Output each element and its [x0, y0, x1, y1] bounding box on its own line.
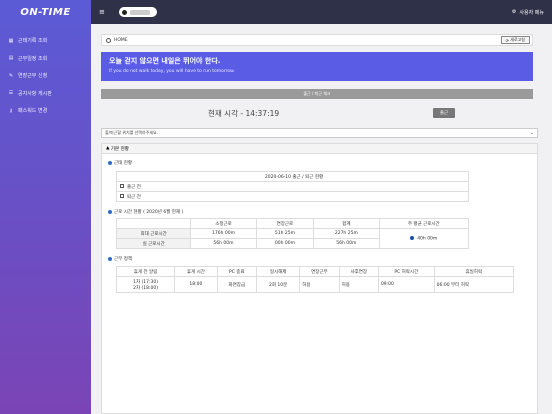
- section-attendance-title: 근태 현황: [108, 160, 132, 166]
- cell: 18:00: [174, 276, 218, 293]
- row-label: 실 근로시간: [115, 238, 192, 249]
- key-icon: ⚷: [9, 107, 13, 114]
- refresh-button[interactable]: ⟳ 새로고침: [500, 36, 530, 44]
- checkbox-icon: [120, 184, 124, 188]
- cell: 화면잠금: [216, 276, 257, 293]
- row-label: 출근 전: [127, 184, 141, 190]
- hamburger-icon[interactable]: ≡: [99, 8, 105, 16]
- breadcrumb-home[interactable]: HOME: [114, 38, 128, 43]
- worktime-table: 소정근로 연장근로 합계 주 평균 근로시간 최대 근로시간 176h 00m …: [115, 218, 469, 249]
- header: 연장근무: [299, 266, 340, 277]
- banner-title: 오늘 걷지 않으면 내일은 뛰어야 한다.: [109, 57, 221, 65]
- user-name-placeholder: [129, 9, 150, 15]
- header-regular: 소정근로: [190, 218, 257, 229]
- banner-subtitle: If you do not walk today, you will have …: [109, 69, 235, 74]
- breadcrumb: HOME ⟳ 새로고침: [101, 34, 533, 46]
- sidebar-item-label: 근태기록 조회: [18, 38, 48, 45]
- main-content: HOME ⟳ 새로고침 오늘 걷지 않으면 내일은 뛰어야 한다. If you…: [91, 24, 552, 414]
- location-select-placeholder: 출/퇴근할 위치를 선택하주세요.: [105, 130, 159, 135]
- section-label: 근태 현황: [114, 161, 132, 166]
- header-total: 합계: [313, 218, 380, 229]
- clock-row: 현재 시각 - 14:37:19 출근: [101, 102, 533, 124]
- status-panel: ▲ 기본 현황 근태 현황 2020-06-10 출근 / 퇴근 현황 출근 전…: [101, 143, 538, 414]
- avatar: [121, 9, 127, 15]
- sidebar-item-notice[interactable]: ☰ 공지사항 게시판: [0, 85, 91, 103]
- row-label: 최대 근로시간: [115, 228, 192, 239]
- sidebar-item-label: 연장근무 신청: [18, 73, 48, 80]
- cell: 00h 00m: [255, 238, 315, 249]
- cell: 51h 25m: [255, 228, 315, 239]
- calendar-icon: ▦: [8, 37, 14, 44]
- app-logo: ON-TIME: [20, 6, 71, 18]
- header: 휴게 전 알림: [115, 266, 176, 277]
- sidebar: ON-TIME ▦ 근태기록 조회 ▤ 근무일정 조회 ✎ 연장근무 신청 ☰ …: [0, 0, 91, 414]
- sidebar-item-password[interactable]: ⚷ 패스워드 변경: [0, 102, 91, 120]
- weekly-avg-value: 40h 00m: [417, 236, 438, 242]
- policy-table: 휴게 전 알림 휴게 시간 PC 종료 일시해제 연장근무 사후연장 PC 허락…: [115, 266, 515, 293]
- chevron-down-icon: ⌄: [529, 130, 534, 136]
- checkin-button[interactable]: 출근: [433, 108, 455, 118]
- home-icon: [106, 37, 111, 43]
- cell: 2회 10분: [255, 276, 301, 293]
- sidebar-item-schedule[interactable]: ▤ 근무일정 조회: [0, 50, 91, 68]
- section-label: 근무 정책: [114, 257, 132, 262]
- attendance-table: 2020-06-10 출근 / 퇴근 현황 출근 전 퇴근 전: [116, 171, 469, 202]
- section-label: 근로 시간 현황 ( 2020년 6월 현재 ): [114, 210, 184, 215]
- sidebar-item-overtime[interactable]: ✎ 연장근무 신청: [0, 67, 91, 85]
- sidebar-item-label: 패스워드 변경: [18, 108, 48, 115]
- cell: 1차 (17:30) 2차 (18:00): [115, 276, 176, 293]
- user-profile[interactable]: [118, 7, 157, 17]
- weekly-avg-cell: 40h 00m: [378, 228, 469, 249]
- header: 휴일허락: [433, 266, 515, 277]
- header: 사후연장: [338, 266, 379, 277]
- topbar: ≡ ⚙ 사용자 메뉴: [91, 0, 552, 24]
- checkin-bar: 출근 / 퇴근 체크: [101, 89, 533, 99]
- sidebar-item-label: 공지사항 게시판: [18, 90, 52, 97]
- header: 휴게 시간: [174, 266, 218, 277]
- header: PC 허락시간: [377, 266, 435, 277]
- header-empty: [115, 218, 192, 229]
- section-dot-icon: [108, 161, 112, 165]
- board-icon: ☰: [8, 90, 14, 97]
- section-dot-icon: [108, 257, 112, 261]
- cell: 06:00 부터 허락: [433, 276, 515, 293]
- table-row: 1차 (17:30) 2차 (18:00) 18:00 화면잠금 2회 10분 허…: [115, 276, 515, 293]
- dot-icon: [410, 235, 415, 240]
- quote-banner: 오늘 걷지 않으면 내일은 뛰어야 한다. If you do not walk…: [101, 52, 533, 81]
- user-menu-label: 사용자 메뉴: [519, 9, 544, 16]
- sidebar-menu: ▦ 근태기록 조회 ▤ 근무일정 조회 ✎ 연장근무 신청 ☰ 공지사항 게시판…: [0, 32, 91, 120]
- section-dot-icon: [108, 210, 112, 214]
- cell: 허용: [299, 276, 340, 293]
- location-select[interactable]: 출/퇴근할 위치를 선택하주세요. ⌄: [101, 128, 538, 138]
- panel-title: 기본 현황: [110, 146, 129, 152]
- table-row: 출근 전: [116, 181, 469, 192]
- header-overtime: 연장근로: [255, 218, 315, 229]
- header: PC 종료: [216, 266, 257, 277]
- section-worktime-title: 근로 시간 현황 ( 2020년 6월 현재 ): [108, 209, 183, 215]
- header-weekly-avg: 주 평균 근로시간: [378, 218, 469, 229]
- sidebar-item-label: 근무일정 조회: [18, 55, 48, 62]
- date-header: 2020-06-10 출근 / 퇴근 현황: [116, 171, 469, 182]
- table-row: 최대 근로시간 176h 00m 51h 25m 227h 25m 40h 00…: [115, 228, 469, 249]
- header: 일시해제: [255, 266, 301, 277]
- cell: 허용: [338, 276, 379, 293]
- users-icon: ⚙: [511, 9, 517, 15]
- row-label: 퇴근 전: [127, 194, 141, 200]
- checkbox-icon: [120, 194, 124, 198]
- cell: 56h 00m: [313, 238, 380, 249]
- cell-line: 2차 (18:00): [133, 285, 158, 291]
- cell: 227h 25m: [313, 228, 380, 239]
- sidebar-item-attendance[interactable]: ▦ 근태기록 조회: [0, 32, 91, 50]
- cell: 176h 00m: [190, 228, 257, 239]
- section-policy-title: 근무 정책: [108, 256, 132, 262]
- table-row: 퇴근 전: [116, 191, 469, 202]
- schedule-icon: ▤: [8, 55, 14, 62]
- refresh-label: 새로고침: [510, 37, 525, 42]
- cell: 09:00: [377, 276, 435, 293]
- user-menu-button[interactable]: ⚙ 사용자 메뉴: [512, 9, 544, 16]
- panel-header: ▲ 기본 현황: [102, 144, 537, 154]
- current-time: 현재 시각 - 14:37:19: [208, 108, 280, 118]
- cell: 56h 00m: [190, 238, 257, 249]
- edit-icon: ✎: [8, 72, 14, 79]
